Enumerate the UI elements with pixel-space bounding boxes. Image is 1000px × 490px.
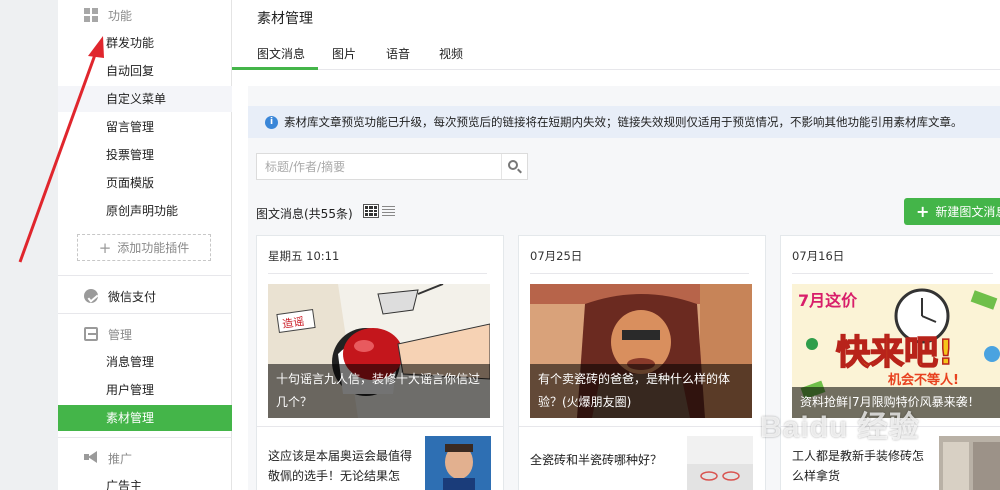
sidebar-item-comments[interactable]: 留言管理 bbox=[58, 114, 232, 140]
card-sub-thumbnail bbox=[425, 436, 491, 490]
card-cover-image: 7月这价 快来吧! 机会不等人! 资料抢鲜|7月限购特价风暴来袭！ bbox=[792, 284, 1000, 418]
tab-video[interactable]: 视频 bbox=[439, 45, 463, 62]
card-sub-thumbnail bbox=[939, 436, 1000, 490]
sidebar-section-manage: 管理 bbox=[58, 321, 232, 347]
tab-bar: 图文消息 图片 语音 视频 bbox=[232, 35, 1000, 70]
new-article-button[interactable]: + 新建图文消息 bbox=[904, 198, 1000, 225]
card-sub-thumbnail bbox=[687, 436, 753, 490]
sidebar-divider bbox=[58, 313, 232, 314]
info-icon: i bbox=[265, 115, 278, 129]
grid-view-icon[interactable] bbox=[363, 204, 379, 218]
tab-voice[interactable]: 语音 bbox=[386, 45, 410, 62]
pay-icon bbox=[84, 289, 98, 303]
page-title: 素材管理 bbox=[257, 11, 313, 27]
sidebar-section-label: 功能 bbox=[108, 8, 133, 23]
sidebar-item-original-claim[interactable]: 原创声明功能 bbox=[58, 198, 232, 224]
sidebar-item-materials[interactable]: 素材管理 bbox=[58, 405, 232, 431]
tab-images[interactable]: 图片 bbox=[332, 45, 356, 62]
card-cover-image: 造谣 十句谣言九人信，装修十大谣言你信过几个？ bbox=[268, 284, 490, 418]
sidebar-item-custom-menu[interactable]: 自定义菜单 bbox=[58, 86, 232, 112]
cover-headline: 快来吧! bbox=[836, 333, 954, 373]
cover-badge: 7月这价 bbox=[798, 291, 858, 310]
article-count-label: 图文消息(共55条) bbox=[256, 207, 353, 221]
article-card[interactable]: 07月25日 有个卖瓷砖的爸爸，是种什么样的体验？(火爆朋友圈) 全瓷砖和半瓷砖… bbox=[518, 235, 766, 490]
card-sub-title: 这应该是本届奥运会最值得敬佩的选手！无论结果怎 bbox=[268, 449, 413, 483]
sidebar-item-advertiser[interactable]: 广告主 bbox=[58, 473, 232, 490]
active-tab-indicator bbox=[232, 67, 318, 70]
sidebar-section-pay[interactable]: 微信支付 bbox=[58, 283, 232, 309]
sidebar-section-label: 管理 bbox=[108, 327, 133, 342]
sidebar-item-auto-reply[interactable]: 自动回复 bbox=[58, 58, 232, 84]
article-card[interactable]: 07月16日 7月这价 快来吧! 机会不等人! 资料抢鲜|7月限购特价风暴来袭！ bbox=[780, 235, 1000, 490]
card-date: 星期五 10:11 bbox=[268, 249, 340, 263]
plus-icon: + bbox=[916, 202, 930, 221]
notice-banner: i 素材库文章预览功能已升级，每次预览后的链接将在短期内失效；链接失效规则仅适用… bbox=[248, 106, 1000, 138]
sidebar-section-promo: 推广 bbox=[58, 445, 232, 471]
plus-icon: + bbox=[98, 238, 112, 257]
sidebar-section-label: 微信支付 bbox=[108, 289, 157, 304]
manage-icon bbox=[84, 327, 98, 341]
sidebar-section-label: 推广 bbox=[108, 451, 133, 466]
sidebar-divider bbox=[58, 275, 232, 276]
sidebar: 功能 群发功能 自动回复 自定义菜单 留言管理 投票管理 页面模版 原创声明功能… bbox=[58, 0, 232, 490]
card-cover-image: 有个卖瓷砖的爸爸，是种什么样的体验？(火爆朋友圈) bbox=[530, 284, 752, 418]
card-date: 07月16日 bbox=[792, 249, 845, 263]
add-plugin-button[interactable]: + 添加功能插件 bbox=[77, 234, 211, 261]
notice-text: 素材库文章预览功能已升级，每次预览后的链接将在短期内失效；链接失效规则仅适用于预… bbox=[284, 115, 963, 129]
sidebar-section-function: 功能 bbox=[58, 2, 232, 28]
article-card[interactable]: 星期五 10:11 造谣 十句谣言九人信，装修十大谣言你信过几个？ 这应该是本届… bbox=[256, 235, 504, 490]
sidebar-item-users[interactable]: 用户管理 bbox=[58, 377, 232, 403]
new-article-label: 新建图文消息 bbox=[935, 205, 1000, 219]
grid-icon bbox=[84, 8, 98, 22]
search-box bbox=[256, 153, 528, 180]
promo-icon bbox=[84, 451, 98, 465]
list-view-icon[interactable] bbox=[381, 204, 396, 218]
card-sub-title: 全瓷砖和半瓷砖哪种好？ bbox=[530, 453, 663, 467]
card-date: 07月25日 bbox=[530, 249, 583, 263]
sidebar-item-votes[interactable]: 投票管理 bbox=[58, 142, 232, 168]
sidebar-divider bbox=[58, 437, 232, 438]
search-input[interactable] bbox=[257, 154, 501, 179]
card-sub-title: 工人都是教新手装修砖怎么样拿货 bbox=[792, 449, 925, 483]
add-plugin-label: 添加功能插件 bbox=[117, 241, 190, 255]
card-cover-title: 十句谣言九人信，装修十大谣言你信过几个？ bbox=[268, 364, 490, 418]
left-gutter bbox=[0, 0, 58, 490]
tab-articles[interactable]: 图文消息 bbox=[257, 45, 305, 62]
card-cover-title: 有个卖瓷砖的爸爸，是种什么样的体验？(火爆朋友圈) bbox=[530, 364, 752, 418]
cover-subtext: 机会不等人! bbox=[888, 372, 959, 388]
sidebar-item-page-templates[interactable]: 页面模版 bbox=[58, 170, 232, 196]
sidebar-item-messages[interactable]: 消息管理 bbox=[58, 349, 232, 375]
search-button[interactable] bbox=[501, 154, 527, 179]
sidebar-item-mass-send[interactable]: 群发功能 bbox=[58, 30, 232, 56]
watermark-logo: Baidu 经验 bbox=[760, 411, 920, 444]
